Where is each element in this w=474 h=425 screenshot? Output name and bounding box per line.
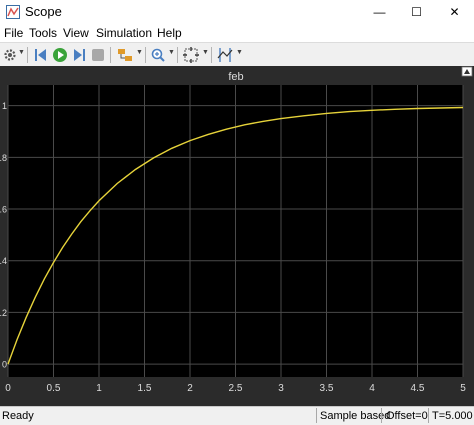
highlight-simulink-block-icon[interactable]	[116, 46, 134, 64]
step-back-icon[interactable]	[33, 46, 49, 64]
toolbar-separator	[110, 47, 111, 63]
status-divider	[316, 408, 317, 423]
y-tick-label: 0.2	[0, 308, 7, 318]
y-tick-label: 1	[2, 101, 7, 111]
toolbar-separator	[211, 47, 212, 63]
menu-help[interactable]: Help	[157, 26, 182, 40]
x-tick-label: 0.5	[47, 383, 61, 394]
menu-simulation[interactable]: Simulation	[96, 26, 152, 40]
toolbar-separator	[27, 47, 28, 63]
x-tick-label: 1.5	[138, 383, 152, 394]
maximize-icon: ☐	[411, 5, 422, 19]
x-tick-label: 4.5	[411, 383, 425, 394]
window-title: Scope	[25, 4, 62, 19]
zoom-icon[interactable]	[150, 46, 166, 64]
scope-display: feb 0 0.5 1 1.5 2 2.5 3 3.5 4 4.5 5 0 0.2 0.4 0.6 0.8 1	[0, 66, 474, 406]
status-time: T=5.000	[432, 410, 473, 422]
status-bar: Ready Sample based Offset=0 T=5.000	[0, 406, 474, 425]
maximize-button[interactable]: ☐	[398, 0, 435, 24]
status-sample-based: Sample based	[320, 410, 391, 422]
y-tick-label: 0.8	[0, 153, 7, 163]
x-tick-label: 4	[369, 383, 375, 394]
minimize-button[interactable]: —	[361, 0, 398, 24]
cursor-measurements-icon[interactable]	[216, 46, 234, 64]
close-button[interactable]: ✕	[436, 0, 473, 24]
menu-view[interactable]: View	[63, 26, 89, 40]
status-divider	[381, 408, 382, 423]
x-tick-label: 5	[460, 383, 466, 394]
x-tick-label: 3	[278, 383, 284, 394]
close-icon: ✕	[449, 5, 460, 19]
step-forward-icon[interactable]	[71, 46, 87, 64]
status-ready: Ready	[2, 410, 34, 422]
x-tick-label: 3.5	[320, 383, 334, 394]
settings-dropdown-icon[interactable]: ▼	[18, 49, 25, 56]
stop-icon[interactable]	[90, 46, 106, 64]
title-bar: Scope — ☐ ✕	[0, 0, 474, 24]
y-tick-label: 0.6	[0, 205, 7, 215]
settings-icon[interactable]	[3, 46, 17, 64]
status-offset: Offset=0	[386, 410, 428, 422]
minimize-icon: —	[373, 5, 386, 19]
scope-chart: feb 0 0.5 1 1.5 2 2.5 3 3.5 4 4.5 5 0 0.2 0.4 0.6 0.8 1	[0, 66, 473, 394]
x-tick-label: 0	[5, 383, 11, 394]
x-tick-label: 1	[96, 383, 102, 394]
restore-axes-button[interactable]	[461, 66, 473, 77]
toolbar-separator	[145, 47, 146, 63]
zoom-dropdown-icon[interactable]: ▼	[168, 49, 175, 56]
y-tick-label: 0	[2, 360, 7, 370]
run-icon[interactable]	[52, 46, 68, 64]
toolbar-separator	[177, 47, 178, 63]
measurements-dropdown-icon[interactable]: ▼	[236, 49, 243, 56]
toolbar: ▼ ▼ ▼ ▼ ▼	[0, 42, 474, 68]
matlab-scope-icon	[6, 5, 20, 19]
autoscale-icon[interactable]	[182, 46, 200, 64]
menu-tools[interactable]: Tools	[29, 26, 57, 40]
status-divider	[428, 408, 429, 423]
axes-title: feb	[228, 71, 243, 83]
x-tick-label: 2.5	[229, 383, 243, 394]
x-tick-label: 2	[187, 383, 193, 394]
menu-bar: File Tools View Simulation Help	[0, 24, 474, 42]
block-dropdown-icon[interactable]: ▼	[136, 49, 143, 56]
autoscale-dropdown-icon[interactable]: ▼	[202, 49, 209, 56]
menu-file[interactable]: File	[4, 26, 23, 40]
y-tick-label: 0.4	[0, 256, 7, 266]
